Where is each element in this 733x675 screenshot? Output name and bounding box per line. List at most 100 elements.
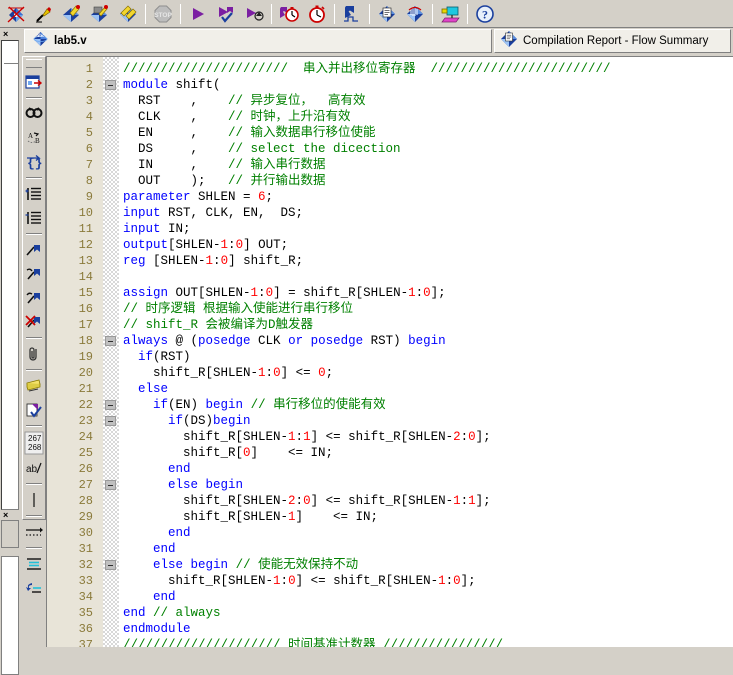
code-token-plain: (EN) <box>168 398 206 412</box>
code-line[interactable]: 18 always @ (posedge CLK or posedge RST) … <box>47 333 733 349</box>
code-line[interactable]: 26 end <box>47 461 733 477</box>
fold-toggle-icon[interactable] <box>105 336 116 346</box>
close-icon[interactable]: × <box>3 30 8 39</box>
start-timing-analyzer-icon[interactable] <box>276 2 302 26</box>
code-line[interactable]: 36 endmodule <box>47 621 733 637</box>
code-token-kw: else <box>138 382 169 396</box>
code-lines[interactable]: 1 ////////////////////// 串入并出移位寄存器 //////… <box>47 57 733 647</box>
match-brace-icon[interactable]: {} <box>23 150 45 174</box>
code-line[interactable]: 22 if(EN) begin // 串行移位的使能有效 <box>47 397 733 413</box>
code-line[interactable]: 6 DS , // select the dicection <box>47 141 733 157</box>
column-select-icon[interactable] <box>23 488 45 512</box>
code-line[interactable]: 28 shift_R[SHLEN-2:0] <= shift_R[SHLEN-1… <box>47 493 733 509</box>
toggle-abc-icon[interactable]: ab <box>23 456 45 480</box>
fold-toggle-icon[interactable] <box>105 560 116 570</box>
code-line[interactable]: 24 shift_R[SHLEN-1:1] <= shift_R[SHLEN-2… <box>47 429 733 445</box>
analyze-current-file-icon[interactable] <box>241 2 267 26</box>
code-line[interactable]: 8 OUT ); // 并行输出数据 <box>47 173 733 189</box>
fold-toggle-icon[interactable] <box>105 80 116 90</box>
code-line[interactable]: 15 assign OUT[SHLEN-1:0] = shift_R[SHLEN-… <box>47 285 733 301</box>
drag-grip[interactable] <box>26 59 42 68</box>
start-compilation-play-icon[interactable] <box>185 2 211 26</box>
code-line[interactable]: 2 module shift( <box>47 77 733 93</box>
code-token-kw: endmodule <box>123 622 191 636</box>
code-line[interactable]: 19 if(RST) <box>47 349 733 365</box>
show-whitespace-icon[interactable] <box>23 520 45 544</box>
code-line[interactable]: 13 reg [SHLEN-1:0] shift_R; <box>47 253 733 269</box>
compile-and-check-icon[interactable] <box>213 2 239 26</box>
left-dock-lower-button[interactable] <box>1 520 19 548</box>
code-line[interactable]: 1 ////////////////////// 串入并出移位寄存器 //////… <box>47 61 733 77</box>
code-line[interactable]: 17 // shift_R 会被编译为D触发器 <box>47 317 733 333</box>
uncomment-icon[interactable] <box>23 398 45 422</box>
timing-analyzer-icon[interactable] <box>304 2 330 26</box>
fold-toggle-icon[interactable] <box>105 480 116 490</box>
increase-indent-icon[interactable] <box>23 182 45 206</box>
code-line[interactable]: 12 output[SHLEN-1:0] OUT; <box>47 237 733 253</box>
code-line[interactable]: 20 shift_R[SHLEN-1:0] <= 0; <box>47 365 733 381</box>
left-dock-panel[interactable] <box>1 40 19 510</box>
code-line[interactable]: 7 IN , // 输入串行数据 <box>47 157 733 173</box>
go-to-line-icon[interactable]: 267 268 <box>23 430 45 456</box>
compile-design-icon[interactable] <box>3 2 29 26</box>
compilation-report-icon[interactable] <box>374 2 400 26</box>
code-line[interactable]: 25 shift_R[0] <= IN; <box>47 445 733 461</box>
code-line[interactable]: 4 CLK , // 时钟，上升沿有效 <box>47 109 733 125</box>
code-line[interactable]: 11 input IN; <box>47 221 733 237</box>
code-line[interactable]: 9 parameter SHLEN = 6; <box>47 189 733 205</box>
assembler-icon[interactable] <box>87 2 113 26</box>
code-line[interactable]: 5 EN , // 输入数据串行移位使能 <box>47 125 733 141</box>
analysis-synthesis-icon[interactable] <box>31 2 57 26</box>
drag-handle[interactable] <box>4 55 18 64</box>
code-line[interactable]: 27 else begin <box>47 477 733 493</box>
close-icon-secondary[interactable]: × <box>3 510 8 520</box>
programmer-icon[interactable] <box>437 2 463 26</box>
code-line[interactable]: 14 <box>47 269 733 285</box>
code-line[interactable]: 21 else <box>47 381 733 397</box>
comment-icon[interactable] <box>23 374 45 398</box>
code-line[interactable]: 10 input RST, CLK, EN, DS; <box>47 205 733 221</box>
tab-lab5-v[interactable]: abc lab5.v <box>24 29 492 53</box>
code-token-kw: begin <box>190 558 229 572</box>
insert-bookmark-icon[interactable] <box>23 238 45 262</box>
line-number: 18 <box>78 334 93 348</box>
code-line[interactable]: 23 if(DS)begin <box>47 413 733 429</box>
left-dock-lower-panel[interactable] <box>1 556 19 675</box>
reflow-icon[interactable] <box>23 576 45 600</box>
simulation-report-icon[interactable] <box>402 2 428 26</box>
word-wrap-icon[interactable] <box>23 552 45 576</box>
clear-bookmarks-icon[interactable] <box>23 310 45 334</box>
code-line[interactable]: 34 end <box>47 589 733 605</box>
help-icon[interactable]: ? <box>472 2 498 26</box>
previous-bookmark-icon[interactable] <box>23 286 45 310</box>
fold-toggle-icon[interactable] <box>105 416 116 426</box>
code-line[interactable]: 32 else begin // 使能无效保持不动 <box>47 557 733 573</box>
tab-compilation-report[interactable]: Compilation Report - Flow Summary <box>494 29 731 53</box>
line-number: 19 <box>78 350 93 364</box>
code-line[interactable]: 3 RST , // 异步复位， 高有效 <box>47 93 733 109</box>
code-line[interactable]: 33 shift_R[SHLEN-1:0] <= shift_R[SHLEN-1… <box>47 573 733 589</box>
replace-icon[interactable]: A B <box>23 126 45 150</box>
find-icon[interactable] <box>23 102 45 126</box>
code-token-num: 1 <box>468 494 476 508</box>
decrease-indent-icon[interactable] <box>23 206 45 230</box>
stop-icon[interactable]: STOP <box>150 2 176 26</box>
code-line[interactable]: 37 ///////////////////// 时间基准计数器 ////////… <box>47 637 733 647</box>
code-line-text: else begin <box>123 477 243 493</box>
fitter-icon[interactable] <box>59 2 85 26</box>
insert-template-icon[interactable] <box>23 70 45 94</box>
code-line[interactable]: 35 end // always <box>47 605 733 621</box>
attach-icon[interactable] <box>23 342 45 366</box>
code-line[interactable]: 30 end <box>47 525 733 541</box>
code-editor[interactable]: http://blog. csdn. net/weixin_40376722 1… <box>46 56 733 647</box>
code-line-text: input RST, CLK, EN, DS; <box>123 205 303 221</box>
start-simulation-icon[interactable] <box>339 2 365 26</box>
next-bookmark-icon[interactable] <box>23 262 45 286</box>
side-toolbar-separator <box>26 97 42 99</box>
code-line[interactable]: 29 shift_R[SHLEN-1] <= IN; <box>47 509 733 525</box>
timing-analysis-icon[interactable] <box>115 2 141 26</box>
code-line[interactable]: 16 // 时序逻辑 根据输入使能进行串行移位 <box>47 301 733 317</box>
code-token-plain: : <box>258 286 266 300</box>
fold-toggle-icon[interactable] <box>105 400 116 410</box>
code-line[interactable]: 31 end <box>47 541 733 557</box>
